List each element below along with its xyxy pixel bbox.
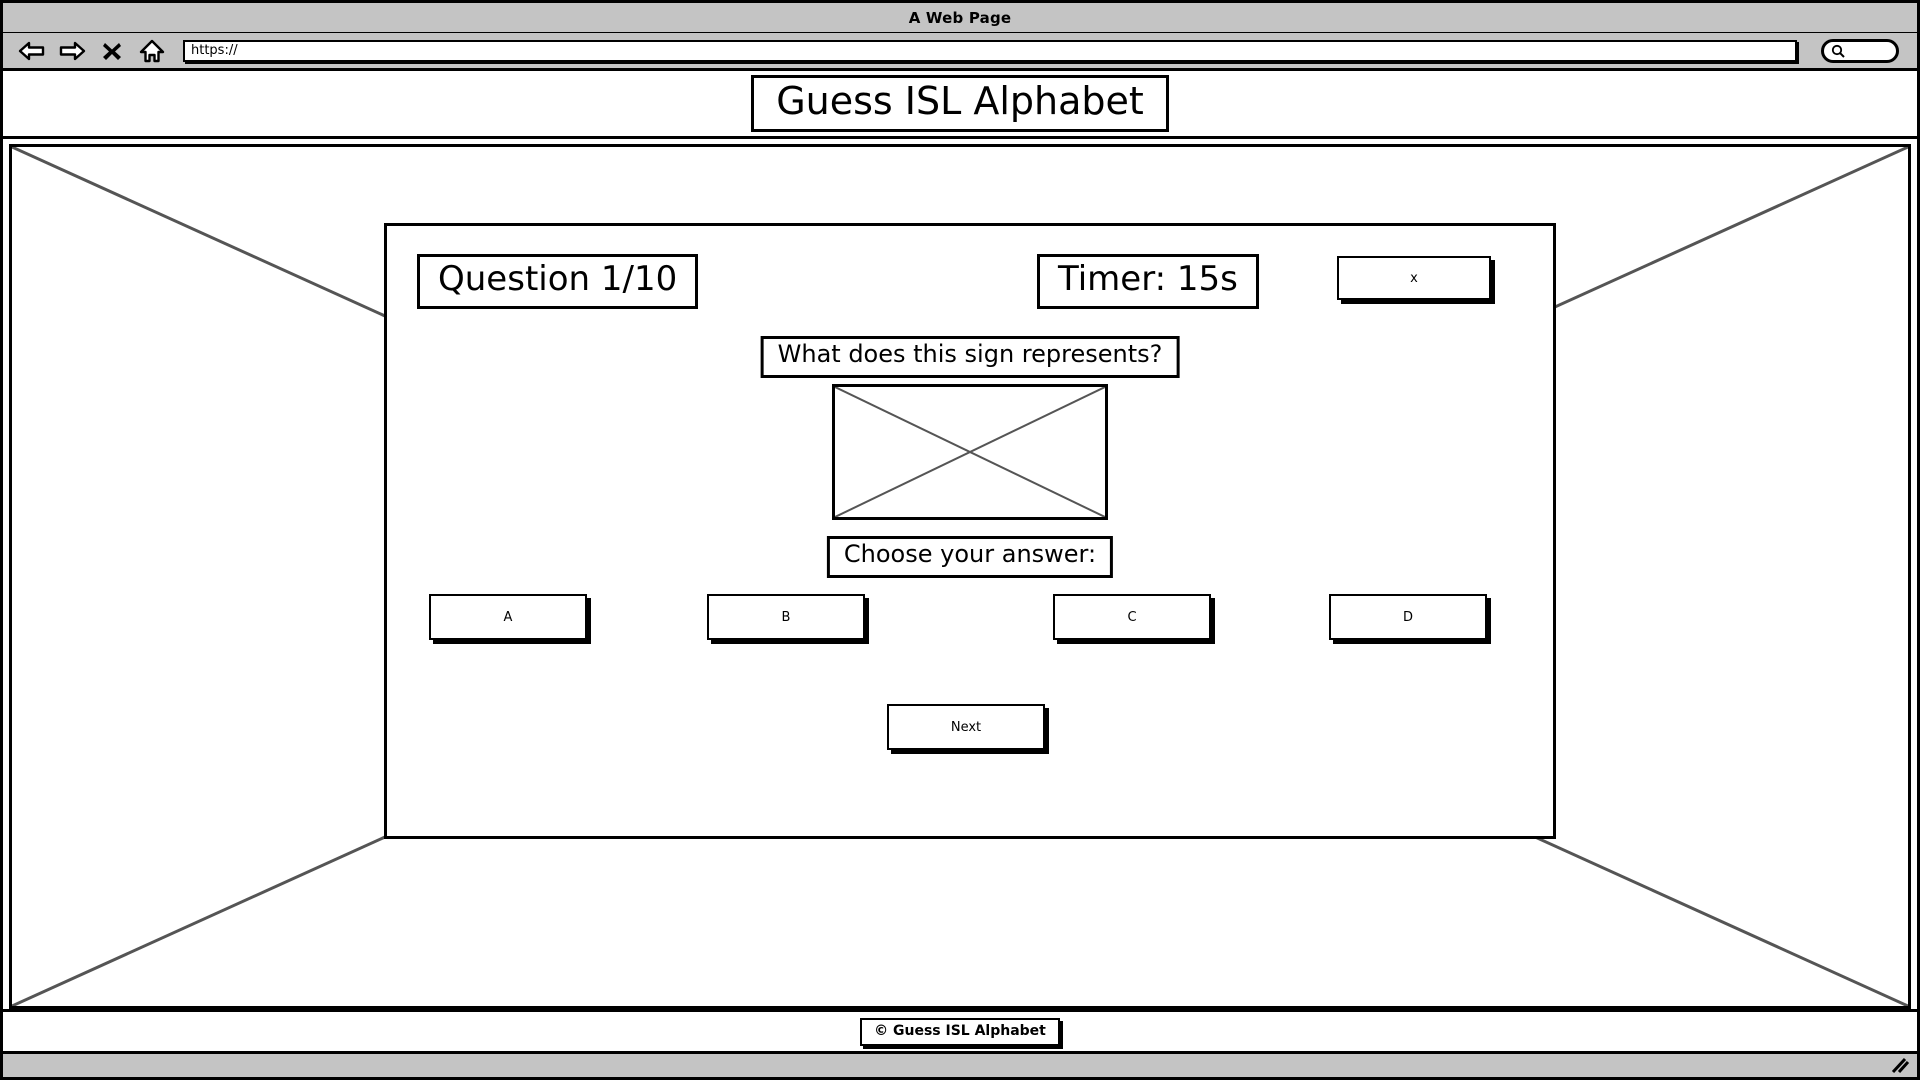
page-title: Guess ISL Alphabet bbox=[751, 75, 1169, 132]
url-input[interactable]: https:// bbox=[191, 43, 238, 58]
forward-icon[interactable] bbox=[57, 38, 87, 64]
answer-button-c[interactable]: C bbox=[1053, 594, 1211, 640]
question-counter: Question 1/10 bbox=[417, 254, 699, 310]
quiz-card: Question 1/10 Timer: 15s x What does thi… bbox=[384, 223, 1556, 839]
browser-window: A Web Page https:// Guess ISL Alphabet Q… bbox=[0, 0, 1920, 1080]
close-button[interactable]: x bbox=[1337, 256, 1491, 300]
answer-button-d[interactable]: D bbox=[1329, 594, 1487, 640]
resize-grip-icon[interactable] bbox=[1887, 1055, 1911, 1075]
site-footer: © Guess ISL Alphabet bbox=[3, 1009, 1917, 1051]
question-prompt: What does this sign represents? bbox=[760, 336, 1180, 378]
page-body: Guess ISL Alphabet Question 1/10 Timer: … bbox=[3, 71, 1917, 1051]
home-icon[interactable] bbox=[137, 38, 167, 64]
site-header: Guess ISL Alphabet bbox=[3, 71, 1917, 139]
back-icon[interactable] bbox=[17, 38, 47, 64]
search-input[interactable] bbox=[1821, 38, 1899, 63]
footer-copyright: © Guess ISL Alphabet bbox=[860, 1017, 1060, 1046]
answer-button-a[interactable]: A bbox=[429, 594, 587, 640]
next-button[interactable]: Next bbox=[887, 704, 1045, 750]
answer-button-b[interactable]: B bbox=[707, 594, 865, 640]
url-bar[interactable]: https:// bbox=[183, 39, 1797, 62]
browser-toolbar: https:// bbox=[3, 33, 1917, 71]
window-title: A Web Page bbox=[908, 8, 1012, 27]
stop-icon[interactable] bbox=[97, 38, 127, 64]
answer-options: A B C D bbox=[387, 594, 1553, 644]
choose-answer-label: Choose your answer: bbox=[826, 536, 1114, 578]
browser-title-bar: A Web Page bbox=[3, 3, 1917, 33]
image-placeholder-cross-icon bbox=[835, 387, 1105, 517]
sign-image-placeholder bbox=[832, 384, 1108, 520]
browser-status-bar bbox=[3, 1051, 1917, 1077]
search-icon bbox=[1831, 44, 1845, 58]
content-placeholder-region: Question 1/10 Timer: 15s x What does thi… bbox=[9, 144, 1911, 1009]
timer-display: Timer: 15s bbox=[1037, 254, 1259, 310]
